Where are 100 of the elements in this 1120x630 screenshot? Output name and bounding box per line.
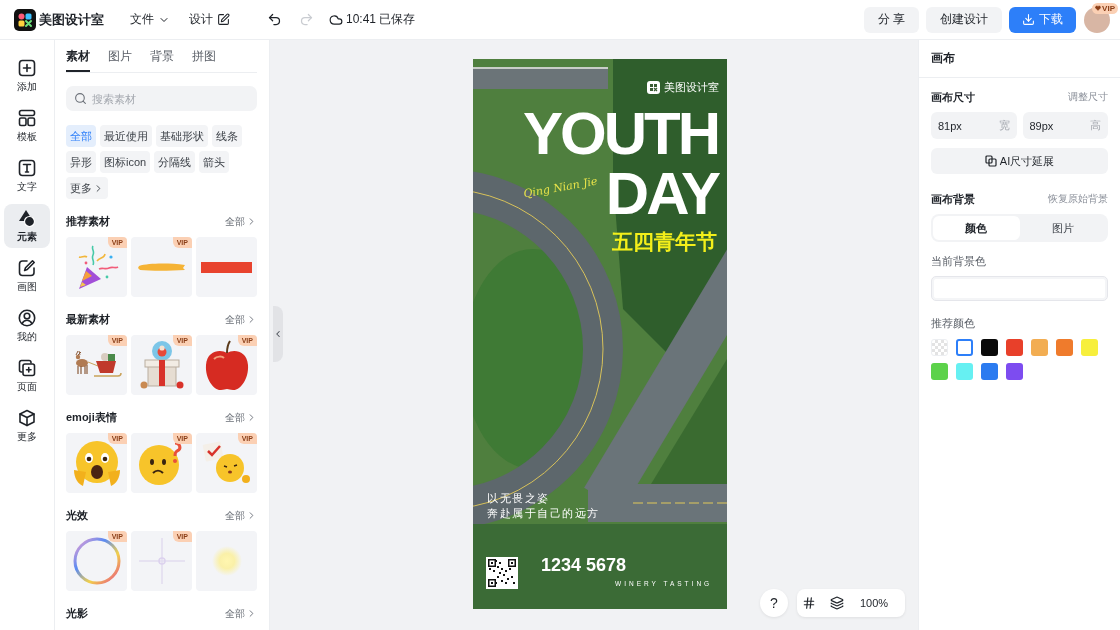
color-field[interactable] — [931, 276, 1108, 301]
section-title: 推荐素材 — [66, 214, 110, 229]
nav-item[interactable]: 我的 — [4, 304, 50, 348]
menu-button[interactable]: 设计 — [189, 11, 230, 28]
color-swatch-icon[interactable] — [1081, 339, 1098, 356]
section-label: 画布尺寸 — [931, 89, 975, 105]
color-swatch-icon[interactable] — [1031, 339, 1048, 356]
action-button[interactable]: 创建设计 — [926, 6, 1002, 33]
shapes-icon — [18, 208, 36, 227]
download-button[interactable]: 下载 — [1009, 6, 1076, 33]
app-name: 美图设计室 — [39, 10, 104, 29]
collapse-handle[interactable] — [273, 306, 283, 362]
nav-item[interactable]: 更多 — [4, 404, 50, 448]
action-button[interactable]: 分 享 — [863, 6, 919, 33]
qr-code-icon — [486, 557, 518, 589]
headline: YOUTH — [523, 111, 718, 156]
search-icon — [74, 92, 87, 105]
logo-icon — [14, 8, 36, 31]
color-swatch-icon[interactable] — [981, 339, 998, 356]
layout-icon — [18, 108, 36, 127]
color-swatch-icon[interactable] — [956, 339, 973, 356]
nav-item[interactable]: 模板 — [4, 104, 50, 148]
section-title: 光影 — [66, 606, 88, 621]
size-field[interactable]: 89px 高 — [1022, 112, 1108, 139]
section-title: 最新素材 — [66, 312, 110, 327]
bubble-ring-icon — [71, 536, 122, 586]
section-label: 画布背景 — [931, 191, 975, 207]
field-label: 当前背景色 — [931, 253, 986, 269]
filter-chip[interactable]: 更多 — [66, 177, 108, 199]
grid-icon[interactable] — [802, 596, 816, 610]
nav-item[interactable]: 元素 — [4, 204, 50, 248]
filter-chip[interactable]: 箭头 — [199, 151, 230, 173]
subtitle: 五四青年节 — [612, 231, 717, 252]
slogan: 以无畏之姿 — [487, 492, 550, 505]
pen-square-icon — [18, 258, 36, 277]
field-label: 推荐颜色 — [931, 315, 975, 331]
logo-icon — [647, 81, 660, 94]
color-swatch-icon[interactable] — [931, 363, 948, 380]
view-all-link[interactable]: 全部 — [225, 312, 257, 327]
transparent-swatch-icon[interactable] — [931, 339, 948, 356]
download-icon — [1022, 13, 1035, 26]
nav-item[interactable]: 页面 — [4, 354, 50, 398]
asset-tile[interactable] — [196, 237, 257, 297]
color-swatch-icon[interactable] — [1006, 339, 1023, 356]
view-all-link[interactable]: 全部 — [225, 606, 257, 621]
phone-number: 1234 5678 — [541, 555, 627, 575]
segment-tab[interactable]: 颜色 — [933, 216, 1020, 240]
edit-icon — [217, 13, 230, 26]
glow-icon — [211, 546, 242, 576]
plus-square-icon — [18, 58, 36, 77]
section-title: 光效 — [66, 508, 88, 523]
color-swatch-icon[interactable] — [956, 363, 973, 380]
panel-tab[interactable]: 背景 — [150, 40, 174, 72]
panel-title: 画布 — [931, 50, 955, 67]
text-icon — [18, 158, 36, 177]
menu-button[interactable]: 文件 — [130, 11, 170, 28]
save-status: 10:41 已保存 — [346, 11, 416, 28]
headline: DAY — [605, 171, 718, 216]
undo-icon[interactable] — [267, 12, 282, 27]
color-swatch-icon[interactable] — [981, 363, 998, 380]
nav-item[interactable]: 画图 — [4, 254, 50, 298]
filter-chip[interactable]: 图标icon — [100, 151, 151, 173]
poster-brand: 美图设计室 — [664, 80, 719, 95]
search-field[interactable]: 搜索素材 — [66, 86, 257, 111]
heart-icon — [1095, 5, 1102, 11]
sparkle-icon — [136, 536, 187, 586]
panel-tab[interactable]: 素材 — [66, 40, 90, 72]
resize-link[interactable]: 调整尺寸 — [1068, 90, 1108, 104]
panel-tab[interactable]: 拼图 — [192, 40, 216, 72]
stripe-icon — [201, 261, 252, 273]
user-icon — [18, 308, 36, 327]
script-text: Qing Nian Jie — [522, 174, 599, 201]
brush-stroke-icon — [136, 262, 187, 272]
chevron-left-icon — [273, 329, 283, 339]
vip-text: VIP — [1102, 2, 1115, 14]
filter-chip[interactable]: 线条 — [212, 125, 242, 147]
resize-icon — [984, 155, 997, 167]
nav-item[interactable]: 添加 — [4, 54, 50, 98]
filter-chip[interactable]: 最近使用 — [100, 125, 152, 147]
zoom-level[interactable]: 100% — [860, 597, 889, 609]
view-all-link[interactable]: 全部 — [225, 214, 257, 229]
color-swatch-icon[interactable] — [1006, 363, 1023, 380]
segment-tab[interactable]: 图片 — [1019, 216, 1106, 240]
ai-resize-button[interactable]: AI尺寸延展 — [931, 148, 1108, 174]
view-all-link[interactable]: 全部 — [225, 410, 257, 425]
cloud-icon — [329, 12, 343, 27]
section-title: emoji表情 — [66, 410, 117, 425]
nav-item[interactable]: 文字 — [4, 154, 50, 198]
color-swatch-icon[interactable] — [1056, 339, 1073, 356]
asset-tile[interactable] — [196, 531, 257, 591]
filter-chip[interactable]: 分隔线 — [154, 151, 196, 173]
size-field[interactable]: 81px 宽 — [931, 112, 1017, 139]
view-all-link[interactable]: 全部 — [225, 508, 257, 523]
filter-chip[interactable]: 异形 — [66, 151, 96, 173]
help-button[interactable]: ? — [760, 589, 788, 617]
filter-chip[interactable]: 基础形状 — [156, 125, 208, 147]
layers-icon[interactable] — [830, 596, 844, 610]
restore-background-link[interactable]: 恢复原始背景 — [1048, 192, 1108, 206]
panel-tab[interactable]: 图片 — [108, 40, 132, 72]
cube-icon — [18, 408, 36, 427]
